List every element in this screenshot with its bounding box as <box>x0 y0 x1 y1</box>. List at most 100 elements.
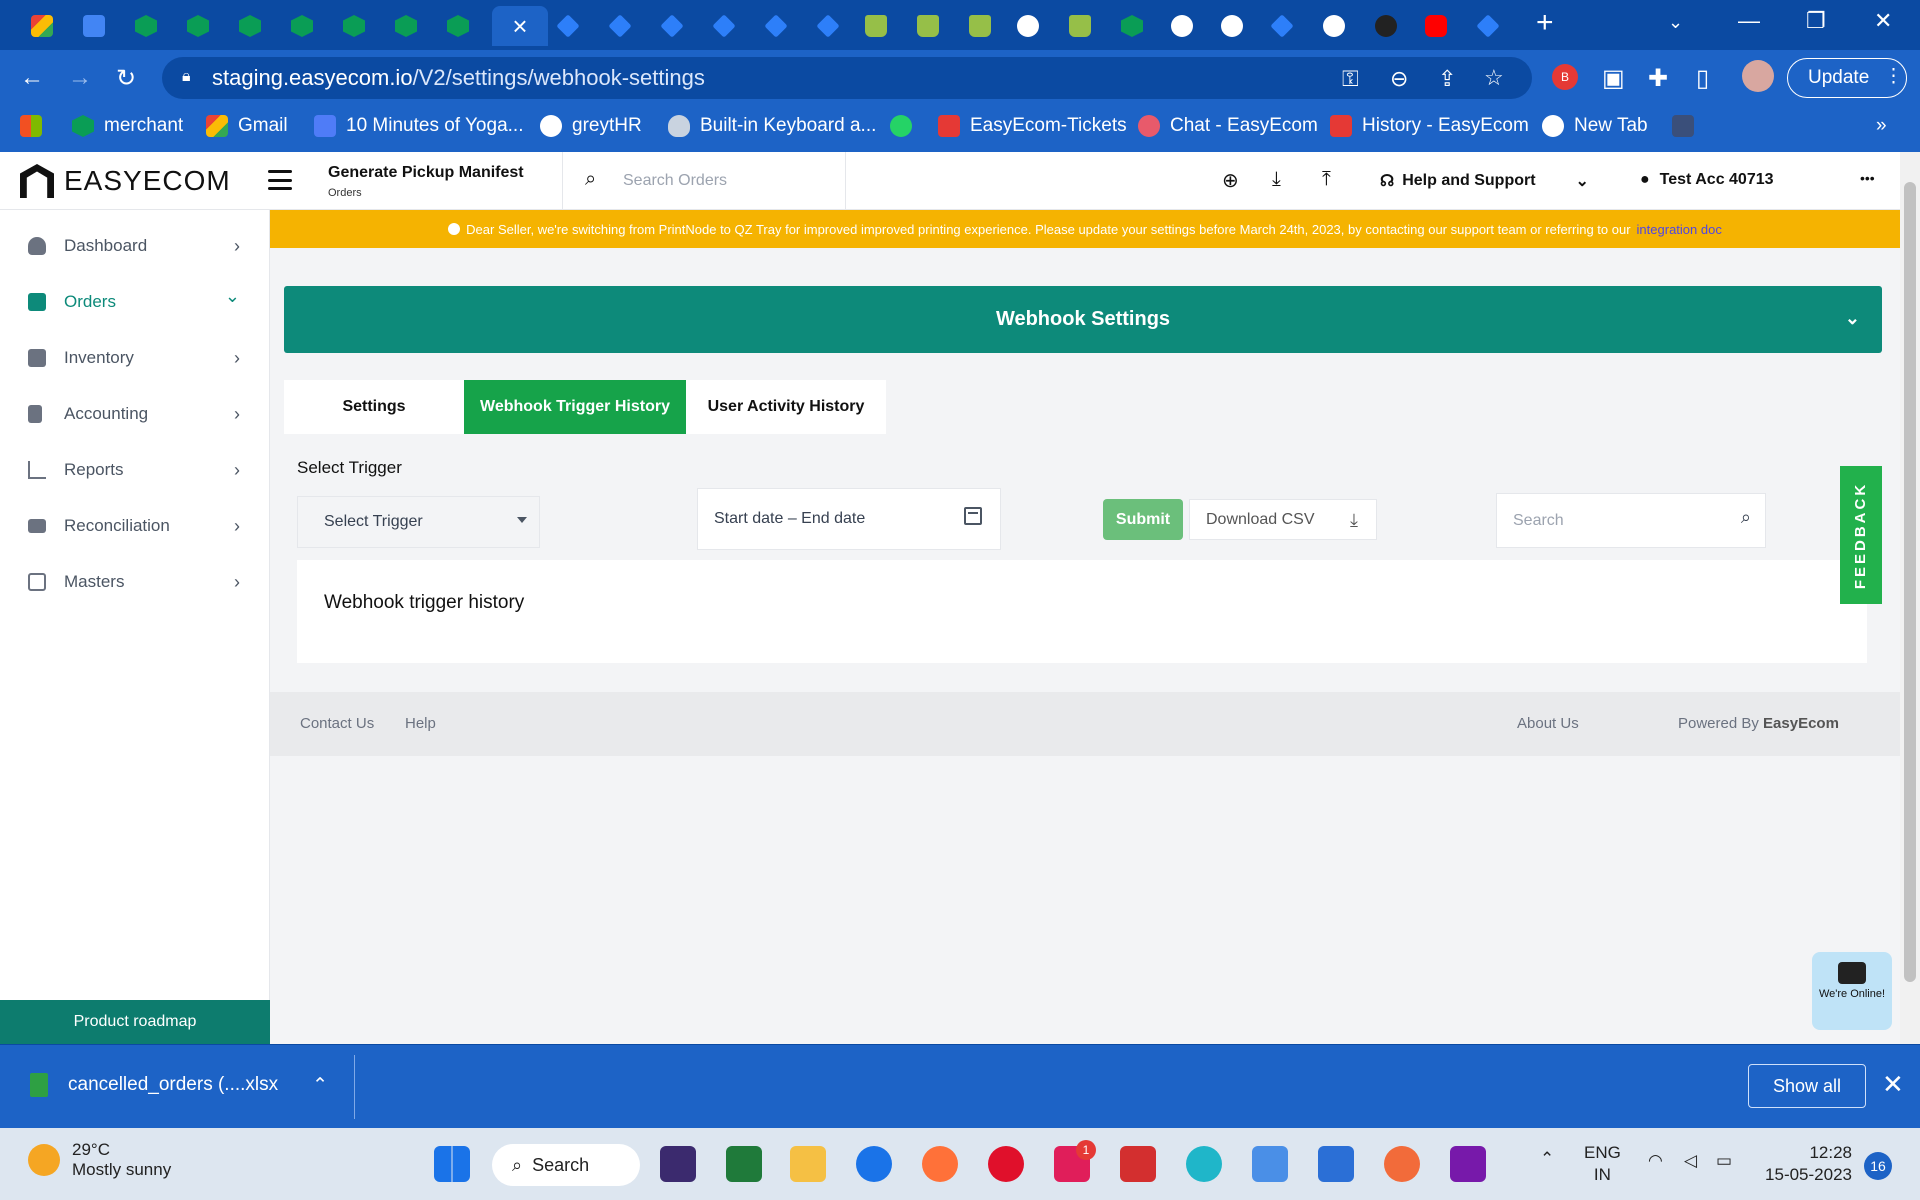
onenote-icon[interactable] <box>1450 1146 1486 1182</box>
tab-search-chevron-icon[interactable]: ⌄ <box>1668 12 1683 33</box>
tab-shopify-4[interactable] <box>1056 6 1104 46</box>
tab-google-1[interactable] <box>1158 6 1206 46</box>
tab-user-activity-history[interactable]: User Activity History <box>686 380 886 434</box>
weather-widget[interactable]: 29°C Mostly sunny <box>28 1140 171 1180</box>
more-options-icon[interactable]: ••• <box>1860 170 1875 186</box>
tab-jira-7[interactable] <box>1258 6 1306 46</box>
tray-overflow-icon[interactable]: ⌃ <box>1540 1148 1554 1170</box>
tab-jira-4[interactable] <box>700 6 748 46</box>
page-title[interactable]: Generate Pickup Manifest <box>328 164 524 182</box>
tab-jira-6[interactable] <box>804 6 852 46</box>
extension-red-icon[interactable]: B <box>1552 64 1578 90</box>
bookmark-misc[interactable] <box>1672 115 1694 137</box>
chrome-icon[interactable] <box>856 1146 892 1182</box>
tab-easyecom-7[interactable] <box>434 6 482 46</box>
product-roadmap-button[interactable]: Product roadmap <box>0 1000 270 1044</box>
bookmark-tickets[interactable]: EasyEcom-Tickets <box>938 115 1127 137</box>
submit-button[interactable]: Submit <box>1103 499 1183 540</box>
bookmark-merchant[interactable]: merchant <box>72 115 183 137</box>
side-panel-icon[interactable]: ▯ <box>1696 64 1709 93</box>
tab-active[interactable]: × <box>492 6 548 46</box>
brand-logo[interactable]: EASYECOM <box>20 164 231 198</box>
minimize-icon[interactable]: — <box>1738 8 1760 34</box>
sidebar-item-dashboard[interactable]: Dashboard › <box>0 218 270 274</box>
live-chat-widget[interactable]: We're Online! <box>1812 952 1892 1030</box>
bookmark-history[interactable]: History - EasyEcom <box>1330 115 1529 137</box>
notification-count[interactable]: 16 <box>1864 1152 1892 1180</box>
bookmark-greythr[interactable]: greytHR <box>540 115 642 137</box>
share-icon[interactable]: ⇪ <box>1438 66 1456 92</box>
page-scrollbar[interactable] <box>1900 152 1920 1044</box>
close-icon[interactable]: ✕ <box>1882 1069 1904 1100</box>
file-explorer-icon[interactable] <box>790 1146 826 1182</box>
close-window-icon[interactable]: ✕ <box>1874 8 1892 34</box>
phpstorm-icon[interactable] <box>660 1146 696 1182</box>
tab-chrome[interactable] <box>1310 6 1358 46</box>
sidebar-item-orders[interactable]: Orders ⌄ <box>0 274 270 330</box>
wps-icon[interactable] <box>1120 1146 1156 1182</box>
wifi-icon[interactable]: ◠ <box>1648 1150 1663 1172</box>
firefox-icon[interactable] <box>922 1146 958 1182</box>
download-item[interactable]: cancelled_orders (....xlsx ⌃ <box>30 1073 328 1097</box>
url-field[interactable]: 🔒︎ staging.easyecom.io/V2/settings/webho… <box>162 57 1532 99</box>
tab-youtube[interactable] <box>1412 6 1460 46</box>
tab-settings[interactable]: Settings <box>284 380 464 434</box>
clock[interactable]: 12:28 15-05-2023 <box>1756 1142 1852 1186</box>
bookmarks-overflow-icon[interactable]: » <box>1876 115 1887 137</box>
tab-globe[interactable] <box>1004 6 1052 46</box>
tab-jira-3[interactable] <box>648 6 696 46</box>
add-circle-icon[interactable]: ⊕ <box>1222 168 1239 193</box>
notepad-icon[interactable] <box>1252 1146 1288 1182</box>
calendar-icon[interactable] <box>964 507 982 525</box>
zoom-icon[interactable]: ⊖ <box>1390 66 1408 92</box>
sidebar-item-reports[interactable]: Reports › <box>0 442 270 498</box>
chevron-up-icon[interactable]: ⌃ <box>312 1074 328 1097</box>
edge-icon[interactable] <box>1186 1146 1222 1182</box>
contact-us-link[interactable]: Contact Us <box>300 715 374 732</box>
help-link[interactable]: Help <box>405 715 436 732</box>
tab-jira-2[interactable] <box>596 6 644 46</box>
download-csv-button[interactable]: Download CSV ⤓ <box>1189 499 1377 540</box>
close-tab-icon[interactable]: × <box>512 11 527 42</box>
extensions-puzzle-icon[interactable]: ✚ <box>1648 64 1668 93</box>
terminal-icon[interactable] <box>726 1146 762 1182</box>
bookmark-chat[interactable]: Chat - EasyEcom <box>1138 115 1318 137</box>
tab-easyecom-5[interactable] <box>330 6 378 46</box>
hamburger-menu-icon[interactable] <box>268 170 292 190</box>
tab-easyecom-1[interactable] <box>122 6 170 46</box>
tab-jira-8[interactable] <box>1464 6 1512 46</box>
integration-doc-link[interactable]: integration doc <box>1637 222 1722 237</box>
download-icon[interactable]: ⤓ <box>1272 168 1281 191</box>
bookmark-keyboard[interactable]: Built-in Keyboard a... <box>668 115 876 137</box>
sidebar-item-masters[interactable]: Masters › <box>0 554 270 610</box>
key-icon[interactable]: ⚿ <box>1342 66 1359 92</box>
windows-start-icon[interactable] <box>434 1146 470 1182</box>
taskbar-search[interactable]: ⌕ Search <box>492 1144 640 1186</box>
tab-easyecom-3[interactable] <box>226 6 274 46</box>
tab-easyecom-2[interactable] <box>174 6 222 46</box>
opera-icon[interactable] <box>988 1146 1024 1182</box>
forward-icon[interactable]: → <box>68 64 92 92</box>
bookmark-star-icon[interactable]: ☆ <box>1484 65 1504 91</box>
search-orders-input[interactable]: ⌕ Search Orders <box>562 152 846 210</box>
extension-screen-icon[interactable]: ▣ <box>1602 64 1625 93</box>
apps-grid-icon[interactable] <box>20 115 42 137</box>
about-us-link[interactable]: About Us <box>1517 715 1579 732</box>
language-indicator[interactable]: ENG IN <box>1584 1142 1621 1186</box>
tab-jira-5[interactable] <box>752 6 800 46</box>
tab-shopify-3[interactable] <box>956 6 1004 46</box>
sidebar-item-inventory[interactable]: Inventory › <box>0 330 270 386</box>
postman-icon[interactable] <box>1384 1146 1420 1182</box>
bookmark-new-tab[interactable]: New Tab <box>1542 115 1648 137</box>
upload-icon[interactable]: ⤒ <box>1322 168 1331 191</box>
tab-gmail[interactable] <box>18 6 66 46</box>
scrollbar-thumb[interactable] <box>1904 182 1916 982</box>
help-and-support-menu[interactable]: ☊ Help and Support ⌄ <box>1380 171 1589 191</box>
tab-docs[interactable] <box>70 6 118 46</box>
date-range-input[interactable]: Start date – End date <box>697 488 1001 550</box>
tab-shopify-1[interactable] <box>852 6 900 46</box>
tab-dark[interactable] <box>1362 6 1410 46</box>
history-search-input[interactable]: Search ⌕ <box>1496 493 1766 548</box>
sidebar-item-accounting[interactable]: Accounting › <box>0 386 270 442</box>
profile-avatar[interactable] <box>1742 60 1774 92</box>
